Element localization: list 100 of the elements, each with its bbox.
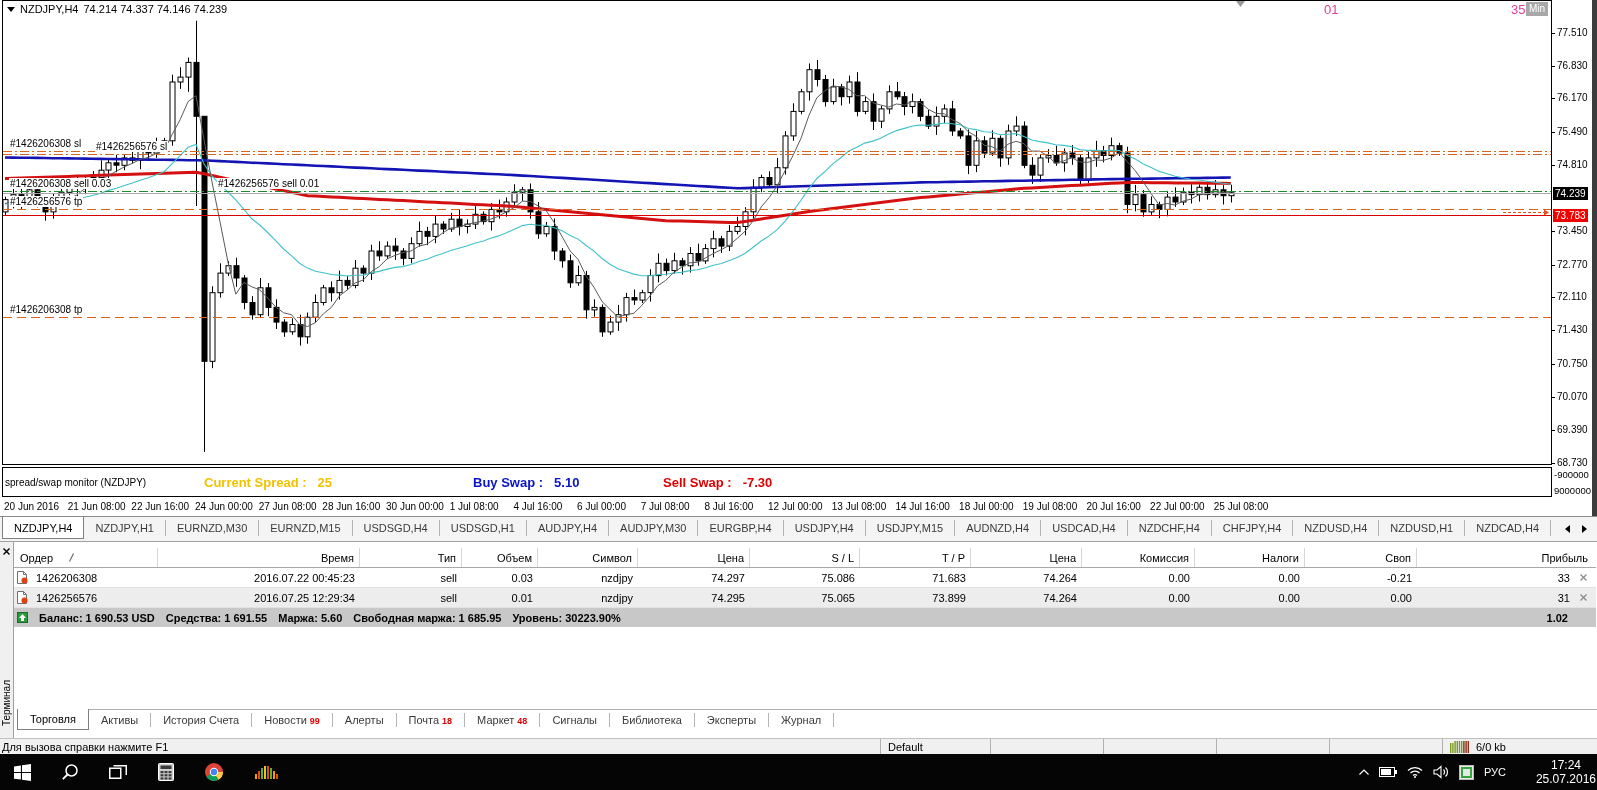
chart-tab[interactable]: AUDJPY,H4 <box>526 520 610 536</box>
column-header[interactable]: Комиссия <box>1139 551 1189 564</box>
close-icon[interactable] <box>3 548 10 555</box>
terminal-tab[interactable]: Сигналы <box>540 713 610 727</box>
time-axis-label: 28 Jun 16:00 <box>322 501 382 512</box>
column-header[interactable]: T / P <box>941 551 965 564</box>
indicator-title: spread/swap monitor (NZDJPY) <box>4 476 148 488</box>
terminal-tab[interactable]: Торговля <box>17 709 89 730</box>
price-axis-label: 71.430 <box>1552 324 1588 337</box>
account-summary-item: Уровень: 30223.90% <box>512 611 621 624</box>
start-icon[interactable] <box>14 763 31 781</box>
input-language[interactable]: РУС <box>1483 766 1506 778</box>
bar-chart-icon[interactable] <box>254 764 279 780</box>
column-header[interactable]: Прибыль <box>1541 551 1588 564</box>
scroll-right-icon[interactable] <box>1582 525 1587 533</box>
chart-tab[interactable]: AUDJPY,M30 <box>609 520 699 536</box>
triangle-marker-icon[interactable] <box>1236 1 1245 7</box>
column-header[interactable]: Ордер <box>20 551 54 564</box>
chart-tab[interactable]: EURGBP,H4 <box>698 520 784 536</box>
table-cell: 75.086 <box>821 571 855 584</box>
terminal-tab[interactable]: Маркет 48 <box>465 713 541 727</box>
table-cell: 74.295 <box>711 591 745 604</box>
chart-tab[interactable]: NZDUSD,H1 <box>1379 520 1466 536</box>
chart-tab[interactable]: USDJPY,M15 <box>865 520 956 536</box>
clock-date[interactable]: 25.07.2016 <box>1535 772 1596 786</box>
ohlc-values: 74.214 74.337 74.146 74.239 <box>83 3 228 16</box>
time-axis-label: 20 Jun 2016 <box>4 501 61 512</box>
column-header[interactable]: Своп <box>1385 551 1411 564</box>
chart-tab[interactable]: AUDNZD,H4 <box>955 520 1042 536</box>
table-cell: 33 <box>1557 571 1570 584</box>
segmented-circle-icon[interactable] <box>205 763 223 781</box>
scroll-left-icon[interactable] <box>1565 525 1570 533</box>
account-summary-item: Свободная маржа: 1 685.95 <box>353 611 502 624</box>
time-axis-label: 18 Jul 00:00 <box>959 501 1015 512</box>
chart-tab[interactable]: NZDCHF,H4 <box>1127 520 1212 536</box>
price-axis-label: 76.170 <box>1552 92 1588 105</box>
table-row[interactable]: 1426206308 2016.07.22 00:45:23 sell 0.03 nzdjpy 74.297 75.086 71.683 74.264 0.00 0.00 -0.21 33 <box>14 568 1596 588</box>
indicator-scale-label: 9000000 <box>1554 485 1592 496</box>
chart-tab[interactable]: NZDJPY,H4 <box>2 517 85 539</box>
task-view-icon[interactable] <box>109 765 127 779</box>
table-cell: 74.264 <box>1043 571 1077 584</box>
speaker-icon[interactable] <box>1432 765 1449 779</box>
terminal-tab[interactable]: Эксперты <box>694 713 770 727</box>
indicator-label: Buy Swap : <box>473 474 544 490</box>
calculator-icon[interactable] <box>158 763 174 781</box>
table-cell: 74.264 <box>1043 591 1077 604</box>
battery-icon[interactable] <box>1378 767 1397 777</box>
time-axis-label: 14 Jul 16:00 <box>895 501 951 512</box>
search-icon[interactable] <box>62 764 78 780</box>
chart-tab[interactable]: USDJPY,H4 <box>783 520 866 536</box>
time-axis-label: 13 Jul 08:00 <box>831 501 888 512</box>
chart-tab[interactable]: EURNZD,M15 <box>259 520 353 536</box>
caret-icon[interactable] <box>7 7 15 12</box>
stop-loss-label: #1426256576 sl <box>95 141 169 152</box>
chart-tab[interactable]: NZDUSD,H4 <box>1293 520 1380 536</box>
terminal-tab[interactable]: Новости 99 <box>252 713 333 727</box>
up-caret-icon[interactable] <box>1358 769 1369 775</box>
terminal-tab[interactable]: Активы <box>88 713 152 727</box>
terminal-tab[interactable]: История Счета <box>151 713 253 727</box>
chart-tab[interactable]: USDSGD,H4 <box>352 520 440 536</box>
table-cell: sell <box>440 571 457 584</box>
column-header[interactable]: Объем <box>496 551 532 564</box>
chart-tab[interactable]: NZDCAD,H4 <box>1465 520 1552 536</box>
chart-tab[interactable]: USDSGD,H1 <box>439 520 527 536</box>
time-axis-label: 24 Jun 00:00 <box>195 501 254 512</box>
terminal-tab[interactable]: Библиотека <box>610 713 695 727</box>
tray-app-icon[interactable] <box>1458 764 1474 780</box>
column-header[interactable]: S / L <box>831 551 854 564</box>
time-axis-label: 4 Jul 16:00 <box>513 501 564 512</box>
connection-bars-icon <box>1450 740 1470 753</box>
table-cell: nzdjpy <box>601 591 633 604</box>
indicator-scale-label: -900000 <box>1554 469 1590 480</box>
terminal-tab[interactable]: Алерты <box>332 713 397 727</box>
column-header[interactable]: Цена <box>717 551 744 564</box>
price-axis-label: 68.730 <box>1552 456 1588 469</box>
chart-symbol: NZDJPY,H4 <box>20 3 79 16</box>
traffic-counter: 6/0 kb <box>1476 740 1506 753</box>
column-header[interactable]: Налоги <box>1262 551 1299 564</box>
price-axis-label: 72.110 <box>1552 291 1587 304</box>
chart-tab[interactable]: EURNZD,M30 <box>165 520 260 536</box>
terminal-tab[interactable]: Журнал <box>769 713 835 727</box>
total-profit: 1.02 <box>1546 611 1568 624</box>
price-axis-label: 73.450 <box>1552 225 1588 238</box>
stop-loss-label: #1426206308 sl <box>9 138 83 149</box>
timer-value: 35 <box>1511 2 1526 17</box>
column-header[interactable]: Цена <box>1049 551 1076 564</box>
chart-tab[interactable]: CHFJPY,H4 <box>1211 520 1294 536</box>
chart-tab[interactable]: USDCAD,H4 <box>1041 520 1128 536</box>
column-header[interactable]: Время <box>320 551 354 564</box>
terminal-tab[interactable]: Почта 18 <box>396 713 466 727</box>
chart-tab[interactable]: NZDJPY,H1 <box>84 520 166 536</box>
order-label: #1426256576 sell 0.01 <box>217 178 321 189</box>
order-label: #1426206308 sell 0.03 <box>9 178 113 189</box>
table-cell: 74.297 <box>711 571 745 584</box>
table-row[interactable]: 1426256576 2016.07.25 12:29:34 sell 0.01 nzdjpy 74.295 75.065 73.899 74.264 0.00 0.00 0.00 31 <box>14 588 1596 608</box>
price-axis-label: 72.770 <box>1552 258 1588 271</box>
column-header[interactable]: Тип <box>437 551 456 564</box>
column-header[interactable]: Символ <box>592 551 632 564</box>
wifi-icon[interactable] <box>1406 766 1423 778</box>
clock-time[interactable]: 17:24 <box>1550 758 1581 772</box>
